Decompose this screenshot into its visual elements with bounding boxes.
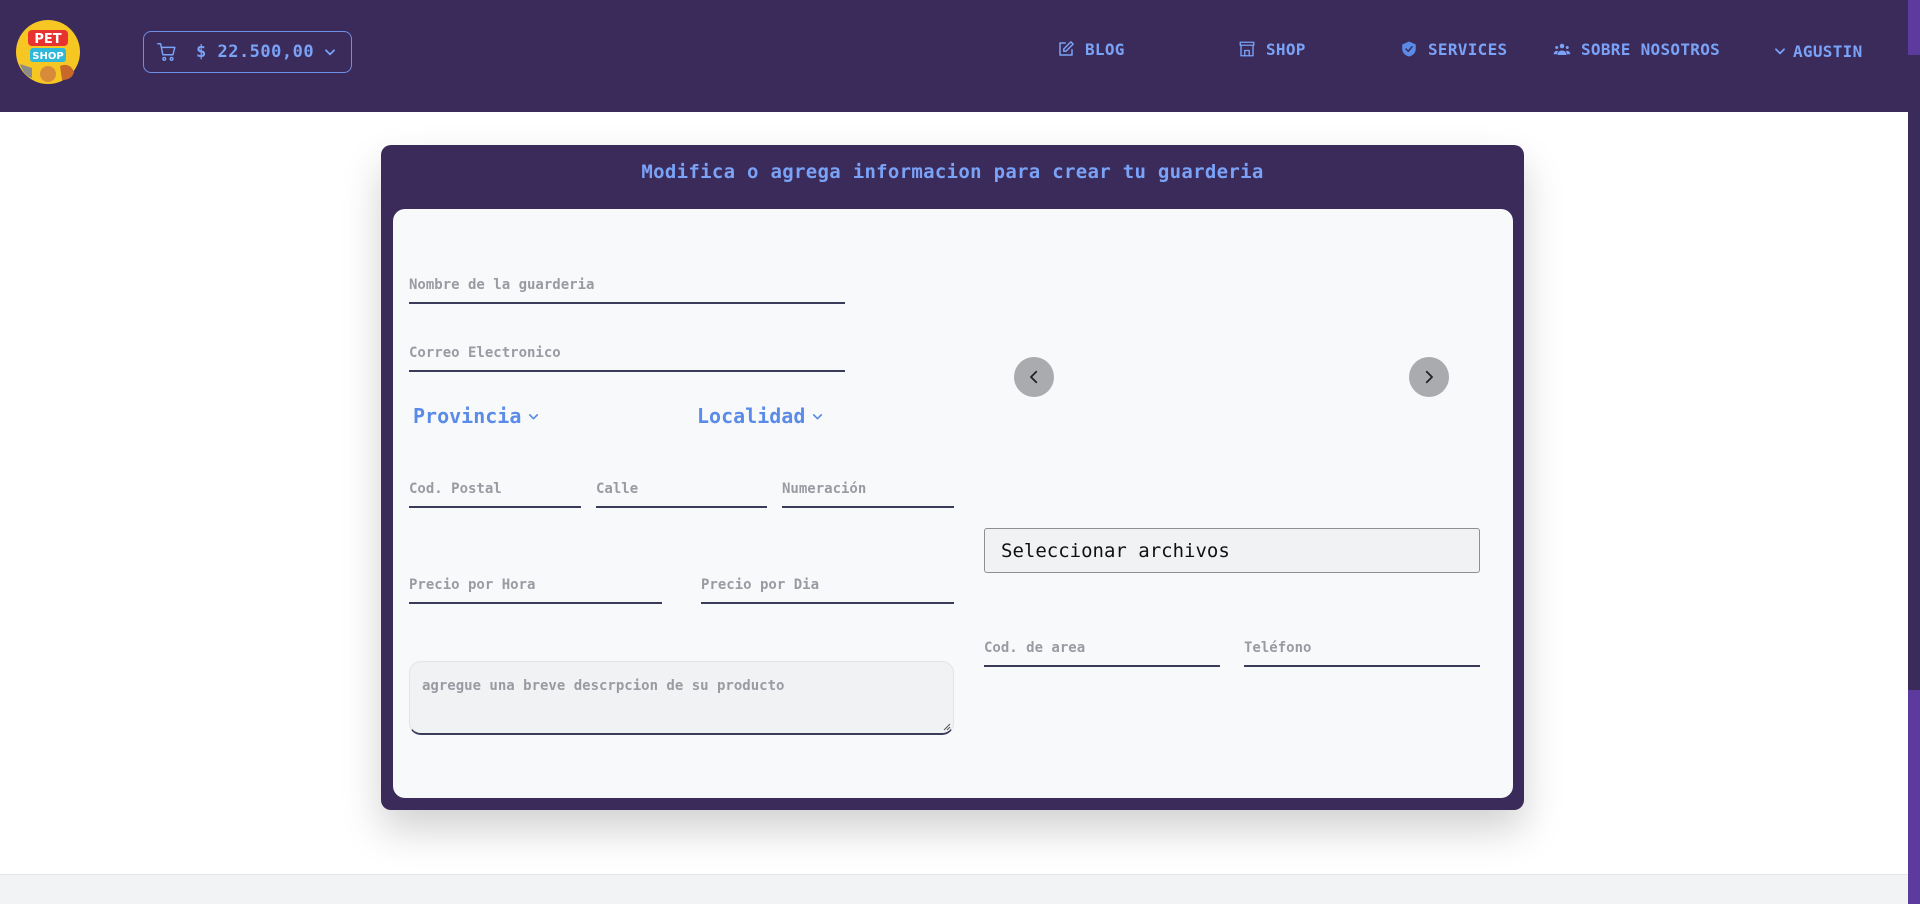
nav-sobre-nosotros-label: SOBRE NOSOTROS: [1581, 39, 1721, 59]
carousel-prev-button[interactable]: [1014, 357, 1054, 397]
top-navbar: PET SHOP $ 22.500,00 BLOG SHOP SERVICES: [0, 0, 1908, 112]
footer-strip: [0, 874, 1908, 904]
localidad-select[interactable]: Localidad: [697, 404, 824, 428]
nav-sobre-nosotros[interactable]: SOBRE NOSOTROS: [1553, 38, 1720, 60]
form-title: Modifica o agrega informacion para crear…: [641, 161, 1264, 183]
user-menu[interactable]: AGUSTIN: [1773, 40, 1863, 62]
precio-dia-input[interactable]: Precio por Dia: [701, 577, 954, 604]
provincia-label: Provincia: [413, 404, 522, 428]
logo-text-top: PET: [34, 32, 61, 47]
seleccionar-archivos-button[interactable]: Seleccionar archivos: [984, 528, 1480, 573]
pet-shop-logo[interactable]: PET SHOP: [14, 18, 82, 86]
nombre-guarderia-input[interactable]: Nombre de la guarderia: [409, 277, 845, 304]
numeracion-input[interactable]: Numeración: [782, 481, 954, 508]
precio-hora-input[interactable]: Precio por Hora: [409, 577, 662, 604]
group-icon: [1553, 43, 1571, 55]
scrollbar-thumb[interactable]: [1908, 55, 1920, 690]
store-icon: [1239, 41, 1255, 57]
calle-input[interactable]: Calle: [596, 481, 767, 508]
descripcion-placeholder: agregue una breve descrpcion de su produ…: [422, 678, 785, 694]
chevron-left-icon: [1030, 370, 1038, 384]
nav-blog-label: BLOG: [1085, 39, 1125, 59]
nav-blog[interactable]: BLOG: [1057, 38, 1125, 60]
cart-amount: $ 22.500,00: [196, 42, 315, 62]
cart-button[interactable]: $ 22.500,00: [143, 31, 352, 73]
chevron-down-icon: [813, 413, 823, 419]
shield-icon: [1402, 41, 1416, 57]
cod-area-input[interactable]: Cod. de area: [984, 640, 1220, 667]
descripcion-textarea[interactable]: agregue una breve descrpcion de su produ…: [409, 661, 954, 735]
chevron-down-icon: [1775, 48, 1785, 55]
logo-text-bottom: SHOP: [32, 51, 63, 62]
cod-postal-input[interactable]: Cod. Postal: [409, 481, 581, 508]
chevron-down-icon: [325, 49, 335, 56]
telefono-input[interactable]: Teléfono: [1244, 640, 1480, 667]
provincia-select[interactable]: Provincia: [413, 404, 540, 428]
carousel-next-button[interactable]: [1409, 357, 1449, 397]
edit-icon: [1059, 41, 1074, 56]
guarderia-form-panel: Modifica o agrega informacion para crear…: [381, 145, 1524, 810]
correo-electronico-input[interactable]: Correo Electronico: [409, 345, 845, 372]
user-name: AGUSTIN: [1793, 41, 1863, 61]
nav-services[interactable]: SERVICES: [1400, 38, 1507, 60]
localidad-label: Localidad: [697, 404, 806, 428]
nav-shop[interactable]: SHOP: [1238, 38, 1306, 60]
cart-icon: [157, 43, 176, 61]
nav-shop-label: SHOP: [1266, 39, 1306, 59]
chevron-down-icon: [529, 413, 539, 419]
nav-services-label: SERVICES: [1428, 39, 1508, 59]
form-body: Nombre de la guarderia Correo Electronic…: [393, 209, 1513, 798]
resize-grip-icon[interactable]: [941, 721, 951, 731]
chevron-right-icon: [1425, 370, 1433, 384]
